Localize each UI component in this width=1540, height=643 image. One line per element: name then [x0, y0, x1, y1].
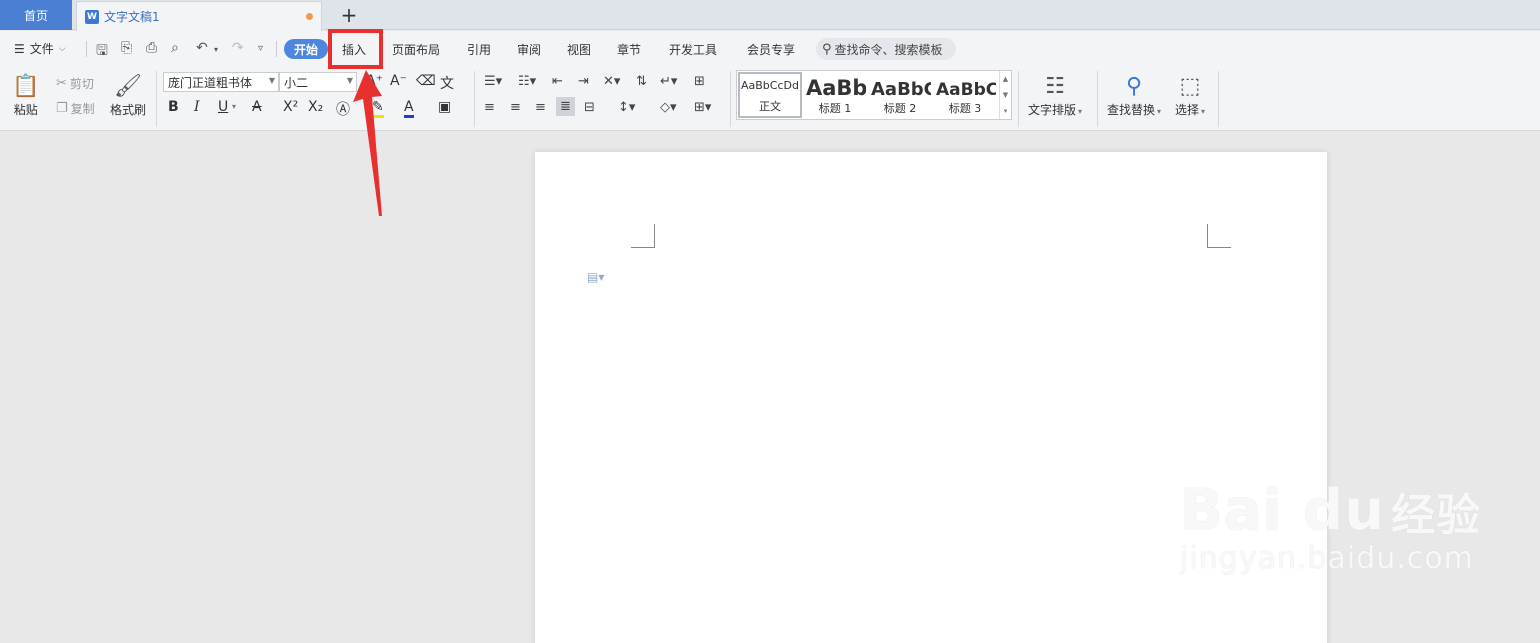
writer-doc-icon: W — [85, 9, 99, 24]
show-marks-icon[interactable]: ↵▾ — [660, 74, 677, 89]
subscript-icon[interactable]: X₂ — [308, 99, 323, 115]
strikethrough-icon[interactable]: A — [252, 99, 262, 115]
undo-dropdown-icon[interactable]: ▾ — [214, 45, 218, 54]
chevron-down-icon[interactable]: ▼ — [1003, 91, 1008, 99]
tab-review[interactable]: 审阅 — [517, 41, 541, 58]
bold-button[interactable]: B — [168, 99, 179, 115]
paragraph-options-icon[interactable]: ▤▾ — [587, 270, 604, 284]
ribbon-toolbar: 📋 粘贴 ✂ 剪切 ❐ 复制 🖌 格式刷 庞门正道粗书体 ▼ 小二 ▼ A⁺ A… — [0, 67, 1540, 131]
style-gallery-scroller[interactable]: ▲ ▼ ▾ — [999, 71, 1011, 119]
tab-page-layout[interactable]: 页面布局 — [392, 41, 440, 58]
undo-icon[interactable]: ↶ — [196, 40, 208, 56]
tab-section[interactable]: 章节 — [617, 41, 641, 58]
superscript-icon[interactable]: X² — [283, 99, 298, 115]
hamburger-icon: ☰ — [14, 41, 25, 56]
margin-corner-top-right — [1207, 224, 1231, 248]
brush-icon: 🖌 — [114, 73, 142, 99]
format-painter-button[interactable]: 🖌 格式刷 — [110, 71, 146, 118]
divider — [156, 71, 157, 127]
divider — [474, 71, 475, 127]
align-left-icon[interactable]: ≡ — [484, 100, 495, 115]
eraser-icon[interactable]: ⌫ — [416, 73, 436, 89]
copy-icon: ❐ — [56, 101, 68, 116]
italic-button[interactable]: I — [194, 99, 200, 115]
save-as-icon[interactable]: ⎘ — [121, 40, 132, 56]
chinese-layout-icon[interactable]: ✕▾ — [603, 74, 620, 89]
divider — [730, 71, 731, 127]
chevron-down-icon: ⌵ — [58, 43, 66, 54]
paste-button[interactable]: 📋 粘贴 — [12, 71, 39, 118]
tab-document[interactable]: W 文字文稿1 — [76, 1, 322, 31]
phonetic-guide-icon[interactable]: 文 — [440, 73, 454, 93]
style-normal[interactable]: AaBbCcDd 正文 — [738, 72, 802, 118]
align-center-icon[interactable]: ≡ — [510, 100, 521, 115]
char-border-icon[interactable]: ▣ — [438, 99, 451, 115]
divider — [276, 41, 277, 57]
tab-references[interactable]: 引用 — [467, 41, 491, 58]
divider — [1218, 71, 1219, 127]
increase-indent-icon[interactable]: ⇥ — [578, 74, 589, 89]
numbered-list-icon[interactable]: ☷▾ — [518, 74, 536, 89]
justify-icon[interactable]: ≣ — [556, 97, 575, 116]
tab-home[interactable]: 首页 — [0, 0, 72, 30]
file-menu[interactable]: ☰ 文件 ⌵ — [14, 40, 66, 57]
shading-icon[interactable]: ◇▾ — [660, 100, 677, 115]
tab-stops-icon[interactable]: ⊞ — [694, 74, 705, 89]
style-heading-1[interactable]: AaBb 标题 1 — [803, 72, 867, 118]
tab-view[interactable]: 视图 — [567, 41, 591, 58]
margin-corner-top-left — [631, 224, 655, 248]
magnifier-icon: ⚲ — [1125, 73, 1143, 99]
borders-icon[interactable]: ⊞▾ — [694, 100, 711, 115]
chevron-down-icon: ▼ — [268, 76, 275, 85]
select-button[interactable]: ⬚ 选择 ▾ — [1175, 71, 1205, 118]
cut-button[interactable]: ✂ 剪切 — [56, 75, 94, 92]
text-layout-icon: ☷ — [1045, 73, 1065, 99]
baidu-jingyan-watermark: Bai du 经验 jingyan.baidu.com — [1180, 478, 1482, 576]
chevron-down-icon[interactable]: ▾ — [232, 102, 236, 111]
new-tab-button[interactable]: + — [338, 3, 360, 27]
align-right-icon[interactable]: ≡ — [535, 100, 546, 115]
print-preview-icon[interactable]: ⌕ — [171, 40, 179, 56]
tab-member[interactable]: 会员专享 — [747, 41, 795, 58]
save-icon[interactable]: 🖫 — [96, 40, 108, 64]
customize-toolbar-icon[interactable]: ▿ — [258, 43, 263, 54]
font-name-select[interactable]: 庞门正道粗书体 ▼ — [163, 72, 279, 92]
redo-icon[interactable]: ↷ — [232, 40, 244, 56]
search-icon: ⚲ — [822, 41, 832, 57]
copy-button[interactable]: ❐ 复制 — [56, 100, 95, 117]
sort-icon[interactable]: ⇅ — [636, 74, 647, 89]
text-layout-button[interactable]: ☷ 文字排版 ▾ — [1028, 71, 1082, 118]
underline-button[interactable]: U — [218, 99, 228, 115]
menu-bar: ☰ 文件 ⌵ 🖫 ⎘ ⎙ ⌕ ↶ ▾ ↷ ▿ 开始 插入 页面布局 引用 审阅 … — [0, 31, 1540, 67]
bullet-list-icon[interactable]: ☰▾ — [484, 74, 502, 89]
style-heading-2[interactable]: AaBbC 标题 2 — [868, 72, 932, 118]
text-effect-icon[interactable]: Ⓐ — [336, 99, 350, 119]
chevron-up-icon[interactable]: ▲ — [1003, 75, 1008, 83]
print-icon[interactable]: ⎙ — [146, 40, 157, 56]
command-search[interactable]: ⚲ 查找命令、搜索模板 — [816, 38, 956, 60]
divider — [1097, 71, 1098, 127]
divider — [86, 41, 87, 57]
tab-start[interactable]: 开始 — [284, 39, 328, 59]
expand-icon[interactable]: ▾ — [1004, 107, 1008, 115]
cursor-select-icon: ⬚ — [1179, 73, 1201, 99]
unsaved-dot-icon — [306, 13, 313, 20]
distributed-icon[interactable]: ⊟ — [584, 100, 595, 115]
document-title: 文字文稿1 — [104, 10, 160, 24]
line-spacing-icon[interactable]: ↕▾ — [618, 100, 635, 115]
font-size-select[interactable]: 小二 ▼ — [279, 72, 357, 92]
style-gallery: AaBbCcDd 正文 AaBb 标题 1 AaBbC 标题 2 AaBbCc … — [736, 70, 1012, 120]
tab-bar: 首页 W 文字文稿1 + — [0, 0, 1540, 31]
scissors-icon: ✂ — [56, 76, 67, 91]
tab-developer[interactable]: 开发工具 — [669, 41, 717, 58]
insert-highlight-box — [328, 29, 383, 69]
red-annotation-arrow — [353, 70, 382, 216]
style-heading-3[interactable]: AaBbCc 标题 3 — [933, 72, 997, 118]
divider — [1018, 71, 1019, 127]
find-replace-button[interactable]: ⚲ 查找替换 ▾ — [1107, 71, 1161, 118]
decrease-indent-icon[interactable]: ⇤ — [552, 74, 563, 89]
clipboard-icon: 📋 — [12, 73, 40, 99]
